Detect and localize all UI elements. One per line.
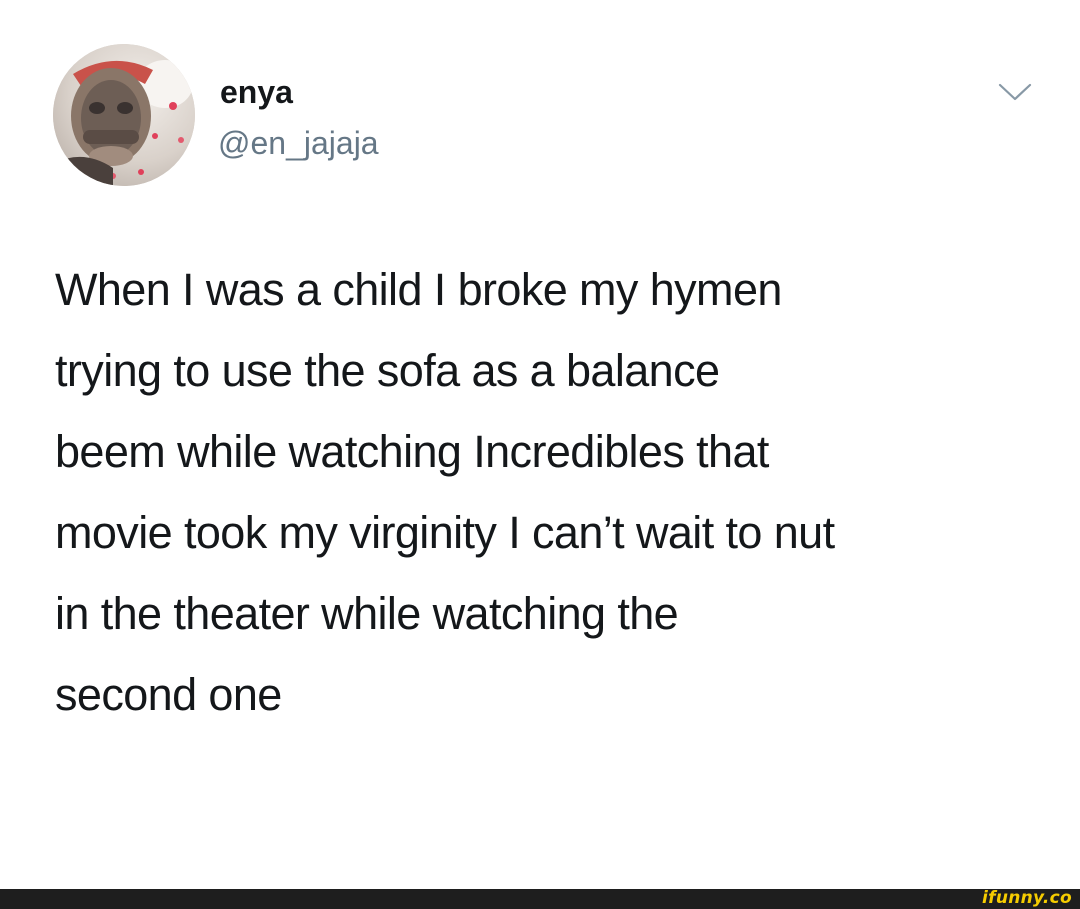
tweet-screenshot: enya @en_jajaja When I was a child I bro… bbox=[0, 0, 1080, 909]
tweet-text-line: in the theater while watching the bbox=[55, 588, 679, 639]
user-handle[interactable]: @en_jajaja bbox=[218, 123, 379, 163]
chevron-down-icon[interactable] bbox=[998, 82, 1032, 102]
tweet-text-line: second one bbox=[55, 669, 282, 720]
display-name[interactable]: enya bbox=[220, 72, 293, 112]
tweet-text-line: movie took my virginity I can’t wait to … bbox=[55, 507, 835, 558]
tweet-text-line: beem while watching Incredibles that bbox=[55, 426, 769, 477]
ifunny-watermark: ifunny.co bbox=[982, 888, 1072, 908]
tweet-text: When I was a child I broke my hymen tryi… bbox=[55, 249, 1045, 735]
tweet-text-line: trying to use the sofa as a balance bbox=[55, 345, 720, 396]
footer-bar: ifunny.co bbox=[0, 888, 1080, 909]
profile-photo-icon bbox=[53, 44, 195, 186]
avatar[interactable] bbox=[53, 44, 195, 186]
tweet-text-line: When I was a child I broke my hymen bbox=[55, 264, 782, 315]
